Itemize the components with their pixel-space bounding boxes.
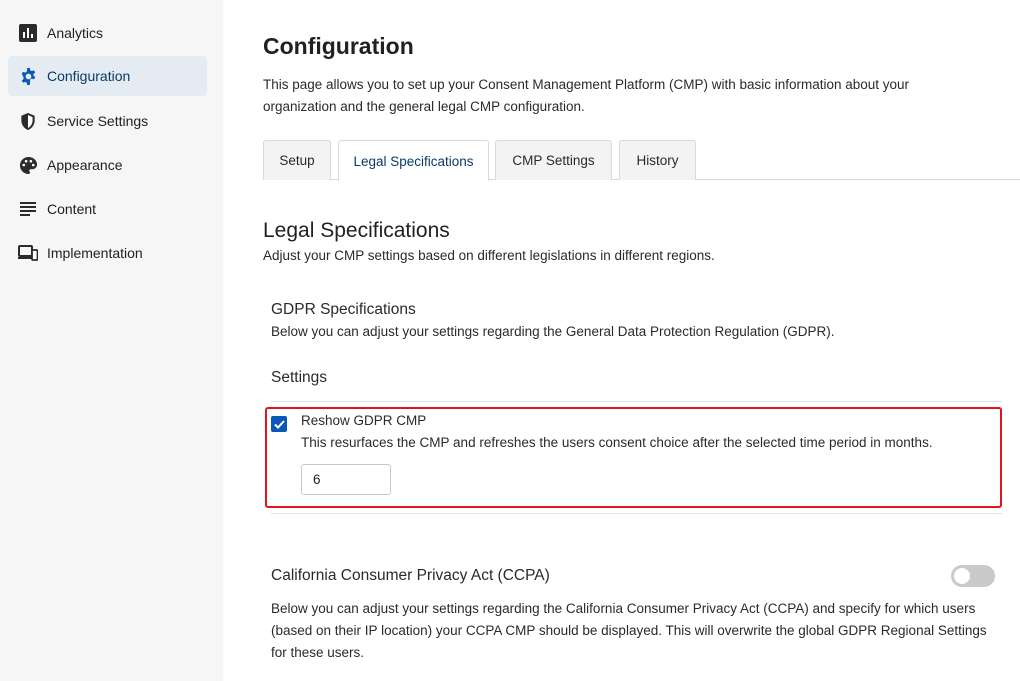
checkmark-icon	[273, 419, 285, 429]
reshow-gdpr-label: Reshow GDPR CMP	[301, 413, 427, 428]
sidebar-item-label: Service Settings	[47, 113, 149, 129]
reshow-gdpr-description: This resurfaces the CMP and refreshes th…	[301, 435, 933, 450]
shield-icon	[17, 110, 39, 132]
devices-icon	[17, 242, 39, 264]
ccpa-toggle[interactable]	[951, 565, 995, 587]
tab-legal-specifications[interactable]: Legal Specifications	[338, 140, 489, 181]
tab-bar: Setup Legal Specifications CMP Settings …	[263, 140, 1020, 181]
tab-setup[interactable]: Setup	[263, 140, 331, 180]
sidebar-item-label: Appearance	[47, 157, 123, 173]
section-title: Legal Specifications	[263, 219, 450, 242]
gdpr-title: GDPR Specifications	[271, 301, 416, 318]
ccpa-title: California Consumer Privacy Act (CCPA)	[271, 567, 550, 584]
gear-icon	[17, 65, 39, 87]
toggle-knob	[954, 568, 970, 584]
sidebar-item-label: Content	[47, 201, 97, 217]
sidebar-item-label: Configuration	[47, 68, 131, 84]
sidebar-item-service-settings[interactable]: Service Settings	[8, 101, 207, 141]
sidebar-item-implementation[interactable]: Implementation	[8, 233, 207, 273]
page-description: This page allows you to set up your Cons…	[263, 77, 910, 114]
settings-title: Settings	[271, 369, 328, 386]
bar-chart-icon	[17, 22, 39, 44]
sidebar-item-label: Analytics	[47, 25, 104, 41]
page-title: Configuration	[263, 33, 414, 59]
section-description: Adjust your CMP settings based on differ…	[263, 248, 715, 263]
text-lines-icon	[17, 198, 39, 220]
gdpr-description: Below you can adjust your settings regar…	[271, 324, 835, 339]
palette-icon	[17, 154, 39, 176]
main-content: Configuration This page allows you to se…	[263, 0, 1020, 681]
tab-cmp-settings[interactable]: CMP Settings	[495, 140, 612, 180]
sidebar-item-configuration[interactable]: Configuration	[8, 56, 207, 96]
divider	[271, 513, 1002, 514]
reshow-gdpr-checkbox[interactable]	[271, 416, 287, 432]
sidebar-item-analytics[interactable]: Analytics	[8, 13, 207, 53]
tab-history[interactable]: History	[619, 140, 696, 180]
ccpa-description: Below you can adjust your settings regar…	[271, 601, 987, 660]
reshow-months-input[interactable]	[301, 464, 391, 495]
sidebar-item-appearance[interactable]: Appearance	[8, 145, 207, 185]
sidebar: Analytics Configuration Service Settings…	[0, 0, 223, 681]
sidebar-item-label: Implementation	[47, 245, 143, 261]
sidebar-item-content[interactable]: Content	[8, 189, 207, 229]
divider	[271, 401, 1002, 402]
